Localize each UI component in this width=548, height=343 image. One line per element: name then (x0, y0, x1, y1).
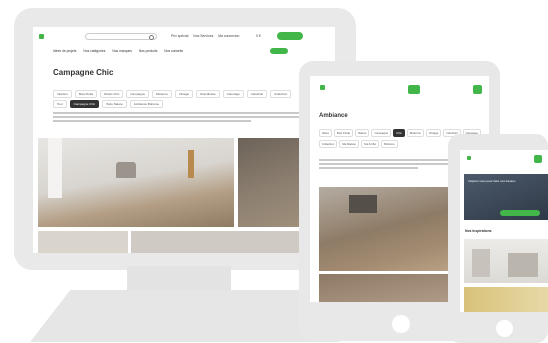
deer-sculpture-shape (188, 150, 194, 178)
utility-link-prix[interactable]: Prix spécial (171, 34, 188, 38)
intro-paragraph (53, 112, 328, 124)
filter-chip[interactable]: Campagne (126, 90, 150, 98)
menu-icon[interactable] (534, 155, 542, 163)
phone-home-button (496, 320, 513, 337)
logo-mark-icon (320, 85, 325, 90)
cabinet-shape (508, 253, 538, 277)
page-title: Campagne Chic (53, 68, 114, 77)
ambiance-filter-row: Tout Campagne Chic Style Nature Ambiance Bo… (53, 100, 166, 108)
filter-chip[interactable]: Moderne (406, 129, 424, 137)
site-logo[interactable] (319, 85, 325, 90)
nav-button[interactable] (270, 48, 288, 54)
header-cta-button[interactable] (277, 32, 303, 40)
ambiance-chip[interactable]: Ambiance Bohème (129, 100, 164, 108)
filter-chip[interactable]: Idées (319, 129, 332, 137)
cart-total[interactable]: 0 € (256, 34, 261, 38)
inspiration-photo-living-room[interactable] (38, 138, 234, 227)
window-shape (48, 138, 62, 198)
hero-banner[interactable]: Inspirez-vous pour faire vos travaux (464, 174, 548, 220)
inspiration-photo[interactable] (464, 287, 548, 312)
search-icon[interactable] (149, 35, 154, 40)
nav-item-brands[interactable]: Nos marques (112, 49, 132, 53)
nav-item-projects[interactable]: Idées de projets (53, 49, 76, 53)
site-logo[interactable] (38, 34, 66, 39)
filter-chip[interactable]: Moderne (152, 90, 172, 98)
tablet-home-button (392, 315, 410, 333)
filter-chip[interactable]: Rustic Chic (100, 90, 124, 98)
ambiance-chip[interactable]: Tout (53, 100, 67, 108)
site-logo[interactable] (466, 156, 471, 161)
filter-chip[interactable]: Scandinave (196, 90, 220, 98)
desktop-screen: Prix spécial Nos Services Ma connexion 0… (33, 27, 335, 253)
hero-button[interactable] (500, 210, 540, 216)
filter-chip[interactable]: Intérieur (53, 90, 73, 98)
utility-links: Prix spécial Nos Services Ma connexion (171, 34, 243, 38)
style-filter-row: Intérieur Bois Flotté Rustic Chic Campagne M… (53, 90, 331, 98)
filter-chip[interactable]: Bohème (381, 140, 398, 148)
utility-link-services[interactable]: Nos Services (193, 34, 213, 38)
page-title: Ambiance (319, 113, 348, 119)
filter-chip[interactable]: Vintage (174, 90, 194, 98)
cart-icon[interactable] (408, 85, 420, 94)
monitor-stand (127, 266, 231, 292)
armchair-shape (116, 162, 136, 178)
ambiance-chip[interactable]: Style Nature (102, 100, 127, 108)
filter-chip[interactable]: Industriel (246, 90, 268, 98)
menu-icon[interactable] (473, 85, 482, 94)
hero-text: Inspirez-vous pour faire vos travaux (468, 179, 516, 183)
shelf-shape (472, 249, 490, 277)
utility-link-account[interactable]: Ma connexion (218, 34, 239, 38)
filter-chip[interactable]: Carrelage (222, 90, 244, 98)
logo-mark-icon (467, 156, 471, 161)
filter-chip[interactable]: Collection (270, 90, 292, 98)
filter-chip[interactable]: Bois Flotté (333, 129, 354, 137)
filter-chip[interactable]: Collection (319, 140, 338, 148)
logo-mark-icon (39, 34, 44, 39)
filter-chip[interactable]: Campagne (371, 129, 392, 137)
dresser-shape (349, 195, 377, 213)
filter-chip-active[interactable]: Chic (393, 129, 405, 137)
search-input[interactable] (85, 33, 157, 40)
nav-item-advice[interactable]: Nos conseils (164, 49, 183, 53)
monitor-base (30, 290, 340, 342)
filter-chip[interactable]: Nature (355, 129, 370, 137)
phone-screen: Inspirez-vous pour faire vos travaux Nos… (460, 150, 548, 312)
main-nav: Idées de projets Nos catégories Nos marq… (53, 49, 189, 53)
ambiance-chip-active[interactable]: Campagne Chic (69, 100, 100, 108)
nav-item-categories[interactable]: Nos catégories (83, 49, 105, 53)
filter-chip[interactable]: Sol & Mur (360, 140, 380, 148)
filter-chip[interactable]: Bois Flotté (75, 90, 98, 98)
nav-item-products[interactable]: Nos produits (139, 49, 158, 53)
filter-chip[interactable]: Ma Maison (339, 140, 359, 148)
section-title: Nos Inspirations (465, 229, 492, 233)
inspiration-photo-bathroom[interactable] (464, 239, 548, 283)
filter-chip[interactable]: Vintage (425, 129, 442, 137)
inspiration-photo[interactable] (38, 231, 128, 253)
